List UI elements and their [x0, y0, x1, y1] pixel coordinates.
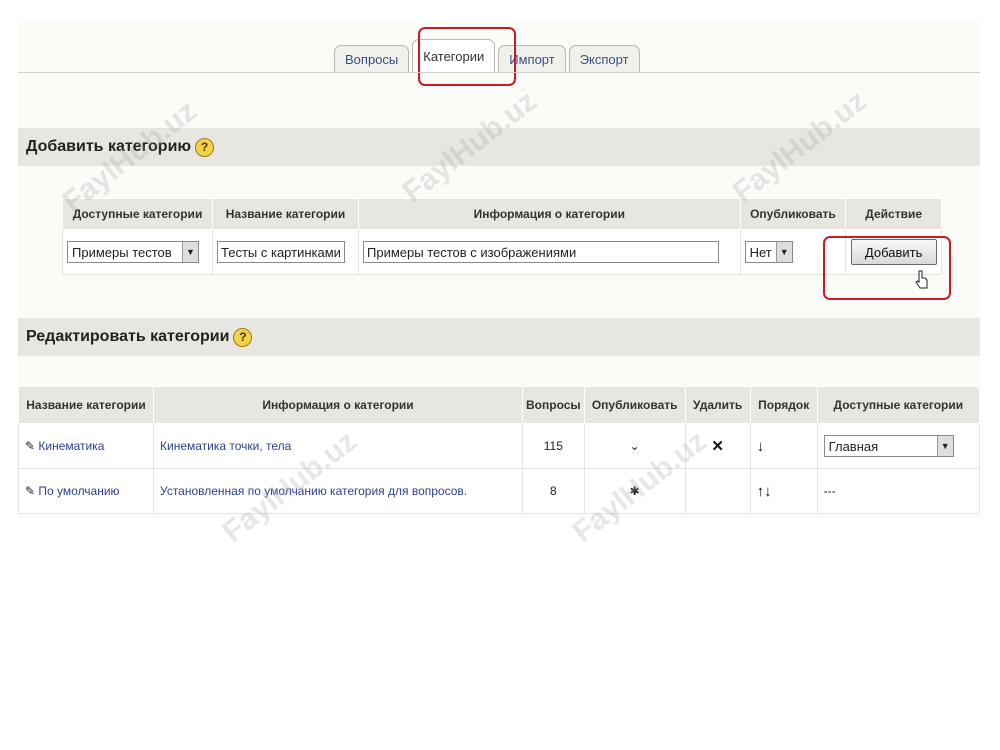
col-parent: Доступные категории	[816, 386, 981, 424]
col-category-name: Название категории	[212, 198, 359, 230]
col-delete: Удалить	[684, 386, 751, 424]
publish-select-value: Нет	[749, 244, 772, 260]
edit-categories-title: Редактировать категории	[26, 328, 230, 345]
parent-category-select[interactable]: Главная ▼	[823, 435, 954, 457]
col-action: Действие	[845, 198, 942, 230]
mouse-pointer-icon	[915, 270, 928, 289]
order-arrows-icon[interactable]: ↑↓	[749, 468, 818, 514]
table-row: ✎ По умолчанию Установленная по умолчани…	[18, 468, 981, 514]
col-info: Информация о категории	[153, 386, 523, 424]
help-icon[interactable]: ?	[233, 327, 253, 347]
tab-divider	[18, 72, 980, 73]
publish-select[interactable]: Нет ▼	[744, 241, 793, 263]
category-name-input[interactable]: Тесты с картинками	[217, 241, 346, 263]
table-row: ✎ Кинематика Кинематика точки, тела 115 …	[18, 423, 981, 469]
category-icon: ✎	[25, 484, 36, 498]
tab-highlight-box	[418, 27, 516, 86]
parent-category-value: Главная	[828, 438, 879, 454]
button-highlight-box	[823, 236, 951, 300]
category-name-link[interactable]: По умолчанию	[38, 484, 119, 498]
dropdown-arrow-icon: ▼	[936, 436, 953, 456]
col-order: Порядок	[749, 386, 818, 424]
question-count: 115	[522, 423, 585, 469]
delete-cell	[684, 468, 751, 514]
edit-categories-header: Редактировать категории ?	[18, 318, 980, 356]
category-info-link[interactable]: Установленная по умолчанию категория для…	[153, 468, 523, 514]
parent-category-value: ---	[816, 468, 981, 514]
dropdown-arrow-icon: ▼	[775, 242, 792, 262]
category-name-link[interactable]: Кинематика	[38, 439, 104, 453]
help-icon[interactable]: ?	[195, 137, 215, 157]
col-questions: Вопросы	[522, 386, 585, 424]
parent-category-value: Примеры тестов	[72, 244, 172, 260]
parent-category-select[interactable]: Примеры тестов ▼	[67, 241, 199, 263]
col-name: Название категории	[18, 386, 154, 424]
add-category-table: Доступные категории Название категории И…	[61, 198, 942, 275]
dropdown-arrow-icon: ▼	[182, 242, 198, 262]
tab-export[interactable]: Экспорт	[568, 45, 640, 72]
col-publish: Опубликовать	[583, 386, 686, 424]
categories-table: Название категории Информация о категори…	[18, 386, 981, 514]
tab-questions[interactable]: Вопросы	[334, 45, 410, 72]
col-publish: Опубликовать	[739, 198, 847, 230]
order-arrows-icon[interactable]: ↓	[749, 423, 818, 469]
category-icon: ✎	[25, 439, 36, 453]
question-count: 8	[522, 468, 585, 514]
category-info-input[interactable]: Примеры тестов с изображениями	[363, 241, 719, 263]
